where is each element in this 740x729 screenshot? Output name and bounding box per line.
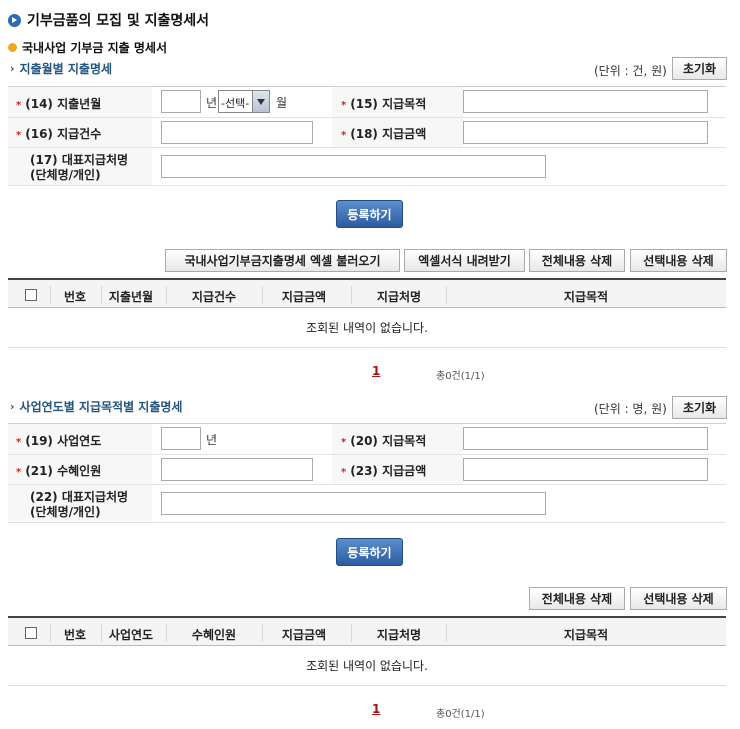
- form-row: * (21) 수혜인원 * (23) 지급금액: [8, 455, 726, 485]
- section2-page-link[interactable]: 1: [372, 702, 380, 716]
- purpose-input-2[interactable]: [463, 427, 708, 450]
- section2-list-header: 번호 사업연도 수혜인원 지급금액 지급처명 지급목적: [8, 616, 726, 646]
- field-label-20: * (20) 지급목적: [341, 434, 427, 448]
- section1-reset-button[interactable]: 초기화: [672, 57, 727, 80]
- section2-reset-button[interactable]: 초기화: [672, 396, 727, 419]
- section1-list: 번호 지출년월 지급건수 지급금액 지급처명 지급목적 조회된 내역이 없습니다…: [8, 278, 726, 348]
- form-row: (17) 대표지급처명 (단체명/개인): [8, 148, 726, 186]
- section1-total: 총0건(1/1): [436, 371, 485, 382]
- recipient-name-input[interactable]: [161, 155, 546, 178]
- select-all-checkbox[interactable]: [25, 289, 37, 301]
- page-title: 기부금품의 모집 및 지출명세서: [8, 10, 209, 30]
- section2-empty-message: 조회된 내역이 없습니다.: [8, 646, 726, 686]
- amount-input[interactable]: [463, 121, 708, 144]
- recipient-name-input-2[interactable]: [161, 492, 546, 515]
- col-header: 번호: [63, 628, 87, 642]
- chevron-down-icon[interactable]: [252, 91, 269, 112]
- col-header: 지급금액: [281, 290, 327, 304]
- section2-unit: (단위 : 명, 원): [594, 402, 667, 416]
- sub-title: 국내사업 기부금 지출 명세서: [8, 39, 167, 56]
- section2-heading-text: 사업연도별 지급목적별 지출명세: [19, 400, 183, 414]
- year-input[interactable]: [161, 90, 201, 113]
- col-header: 지급목적: [563, 290, 609, 304]
- form-row: * (19) 사업연도 년 * (20) 지급목적: [8, 424, 726, 455]
- biz-year-input[interactable]: [161, 427, 201, 450]
- field-label-17-sub: (단체명/개인): [30, 168, 101, 182]
- month-suffix: 월: [276, 96, 288, 110]
- col-header: 지급처명: [376, 628, 422, 642]
- field-label-16: * (16) 지급건수: [16, 127, 102, 141]
- col-header: 지급처명: [376, 290, 422, 304]
- field-label-22-sub: (단체명/개인): [30, 505, 101, 519]
- section1-delete-selected-button[interactable]: 선택내용 삭제: [630, 249, 727, 272]
- form-row: * (16) 지급건수 * (18) 지급금액: [8, 118, 726, 148]
- year-suffix: 년: [206, 433, 218, 447]
- field-label-15: * (15) 지급목적: [341, 97, 427, 111]
- count-input[interactable]: [161, 121, 313, 144]
- col-header: 지급건수: [191, 290, 237, 304]
- section1-empty-message: 조회된 내역이 없습니다.: [8, 308, 726, 348]
- field-label-18: * (18) 지급금액: [341, 127, 427, 141]
- section1-list-header: 번호 지출년월 지급건수 지급금액 지급처명 지급목적: [8, 278, 726, 308]
- download-excel-button[interactable]: 엑셀서식 내려받기: [404, 249, 525, 272]
- section2-heading: › 사업연도별 지급목적별 지출명세: [10, 398, 182, 415]
- sub-title-text: 국내사업 기부금 지출 명세서: [22, 41, 168, 55]
- section1-page-link[interactable]: 1: [372, 364, 380, 378]
- section1-delete-all-button[interactable]: 전체내용 삭제: [529, 249, 625, 272]
- purpose-input[interactable]: [463, 90, 708, 113]
- section2-delete-selected-button[interactable]: 선택내용 삭제: [630, 587, 727, 610]
- col-header: 지급금액: [281, 628, 327, 642]
- bullet-dot-icon: [8, 43, 17, 52]
- chevron-right-icon: ›: [10, 400, 15, 413]
- section2-delete-all-button[interactable]: 전체내용 삭제: [529, 587, 625, 610]
- section2-total: 총0건(1/1): [436, 709, 485, 720]
- field-label-23: * (23) 지급금액: [341, 464, 427, 478]
- col-header: 수혜인원: [191, 628, 237, 642]
- import-excel-button[interactable]: 국내사업기부금지출명세 엑셀 불러오기: [165, 249, 400, 272]
- arrow-circle-icon: [8, 13, 21, 27]
- month-select-value: -선택-: [221, 97, 250, 110]
- form-row: * (14) 지출년월 년 -선택- 월 * (15) 지급목적: [8, 87, 726, 118]
- select-all-checkbox[interactable]: [25, 627, 37, 639]
- chevron-right-icon: ›: [10, 62, 15, 75]
- section2-list: 번호 사업연도 수혜인원 지급금액 지급처명 지급목적 조회된 내역이 없습니다…: [8, 616, 726, 686]
- col-header: 번호: [63, 290, 87, 304]
- form-row: (22) 대표지급처명 (단체명/개인): [8, 485, 726, 523]
- section1-register-button[interactable]: 등록하기: [336, 200, 403, 228]
- col-header: 지출년월: [108, 290, 154, 304]
- section2-form: * (19) 사업연도 년 * (20) 지급목적 * (21) 수혜인원 * (23)…: [8, 423, 726, 523]
- field-label-21: * (21) 수혜인원: [16, 464, 102, 478]
- amount-input-2[interactable]: [463, 458, 708, 481]
- col-header: 사업연도: [108, 628, 154, 642]
- year-suffix: 년: [206, 96, 218, 110]
- section1-heading-text: 지출월별 지출명세: [19, 62, 113, 76]
- field-label-14: * (14) 지출년월: [16, 97, 102, 111]
- col-header: 지급목적: [563, 628, 609, 642]
- section2-register-button[interactable]: 등록하기: [336, 538, 403, 566]
- page-title-text: 기부금품의 모집 및 지출명세서: [27, 13, 210, 29]
- month-select[interactable]: -선택-: [218, 90, 270, 113]
- beneficiaries-input[interactable]: [161, 458, 313, 481]
- section1-unit: (단위 : 건, 원): [594, 64, 667, 78]
- field-label-19: * (19) 사업연도: [16, 434, 102, 448]
- section1-form: * (14) 지출년월 년 -선택- 월 * (15) 지급목적 * (16) 지급건…: [8, 86, 726, 186]
- section1-heading: › 지출월별 지출명세: [10, 60, 112, 77]
